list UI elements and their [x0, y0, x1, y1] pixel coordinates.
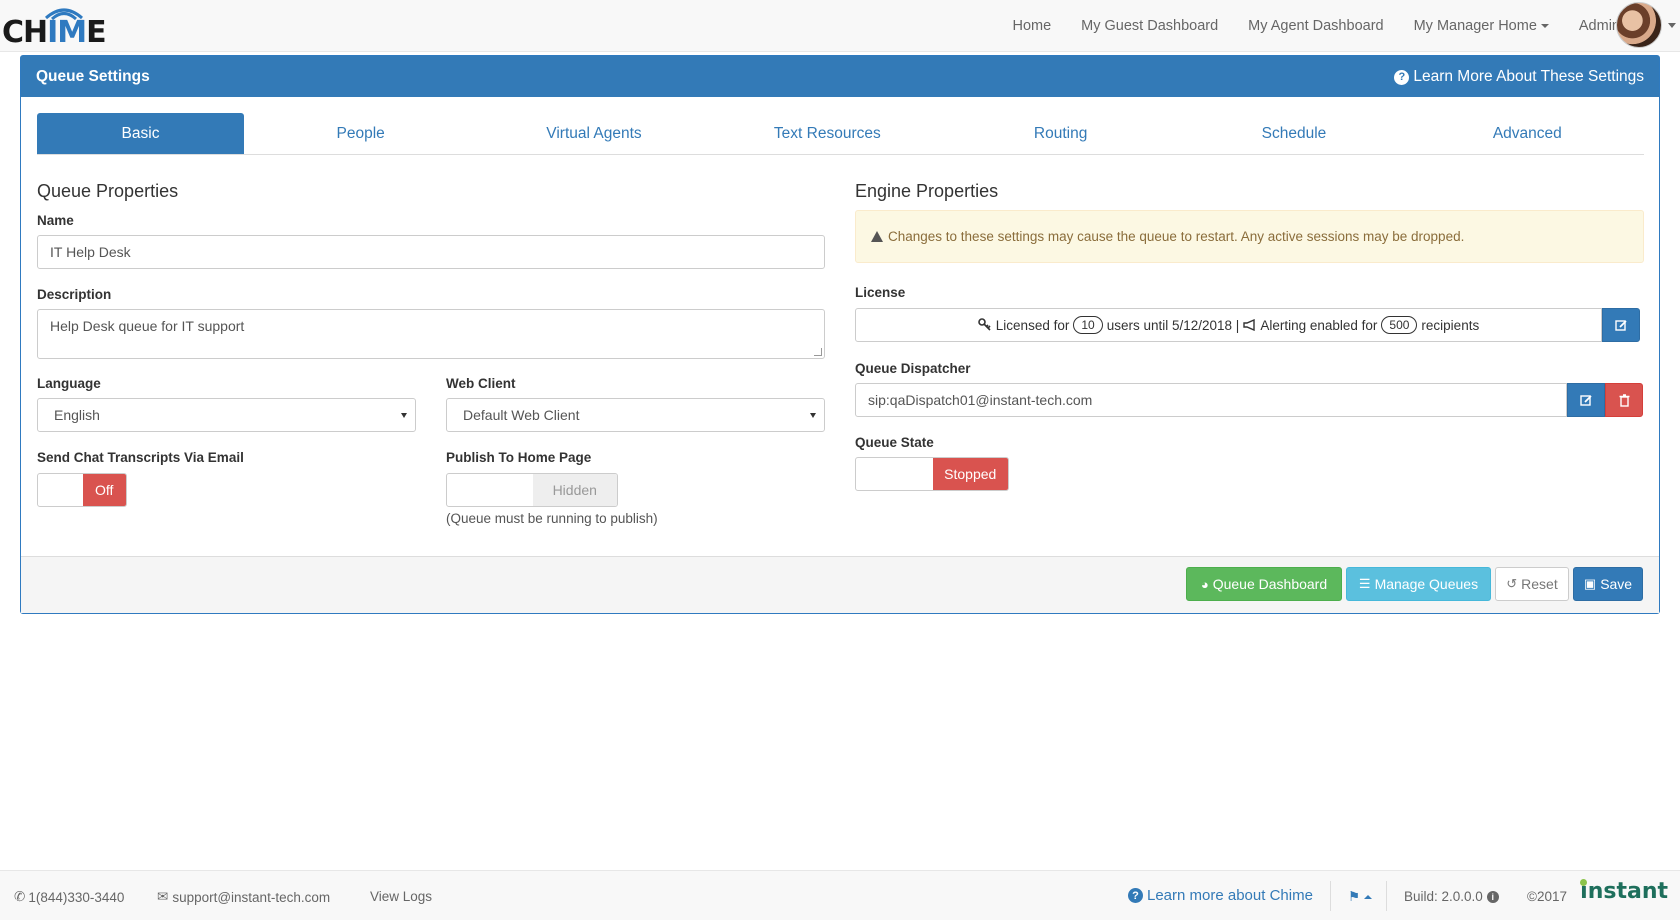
top-navbar: CHIME Home My Guest Dashboard My Agent D…: [0, 0, 1680, 52]
license-label: License: [855, 285, 906, 300]
publish-label: Publish To Home Page: [446, 450, 592, 465]
dispatcher-input[interactable]: sip:qaDispatch01@instant-tech.com: [855, 383, 1567, 417]
bullhorn-icon: [1243, 319, 1256, 331]
tab-virtual-agents[interactable]: Virtual Agents: [477, 113, 710, 154]
language-label: Language: [37, 376, 101, 391]
nav-links: Home My Guest Dashboard My Agent Dashboa…: [982, 0, 1620, 52]
dashboard-gauge-icon: ◕: [1200, 576, 1209, 592]
list-icon: ☰: [1358, 576, 1371, 591]
transcripts-label: Send Chat Transcripts Via Email: [37, 450, 244, 465]
chime-logo[interactable]: CHIME: [2, 4, 107, 48]
flag-icon: ⚑: [1348, 889, 1361, 904]
support-email[interactable]: ✉ support@instant-tech.com: [157, 889, 330, 905]
publish-toggle[interactable]: Hidden: [446, 473, 618, 507]
nav-agent-dashboard[interactable]: My Agent Dashboard: [1248, 18, 1383, 34]
caret-down-icon: [401, 413, 407, 418]
phone-icon: ✆: [14, 889, 26, 904]
restart-warning-alert: Changes to these settings may cause the …: [855, 210, 1644, 263]
web-client-label: Web Client: [446, 376, 516, 391]
footer-divider: [1330, 881, 1331, 911]
description-label: Description: [37, 287, 112, 302]
key-icon: [977, 318, 991, 331]
user-avatar[interactable]: [1616, 2, 1662, 48]
tab-routing[interactable]: Routing: [944, 113, 1177, 154]
edit-license-button[interactable]: [1602, 308, 1640, 342]
edit-icon: [1579, 394, 1592, 406]
info-circle-icon[interactable]: i: [1486, 890, 1499, 903]
licensed-users-badge: 10: [1073, 316, 1103, 334]
support-phone: ✆ 1(844)330-3440: [14, 889, 125, 905]
queue-dashboard-button[interactable]: ◕ Queue Dashboard: [1186, 567, 1342, 601]
queue-properties-title: Queue Properties: [37, 181, 179, 201]
alerting-recipients-badge: 500: [1381, 316, 1418, 334]
save-button[interactable]: ▣ Save: [1573, 567, 1643, 601]
edit-dispatcher-button[interactable]: [1567, 383, 1605, 417]
toggle-handle: [447, 474, 533, 506]
logo-text: CHIME: [2, 15, 107, 50]
nav-home[interactable]: Home: [1012, 18, 1051, 34]
tab-basic[interactable]: Basic: [37, 113, 244, 154]
nav-manager-home[interactable]: My Manager Home: [1414, 18, 1549, 34]
instant-logo: instant: [1580, 879, 1668, 904]
floppy-disk-icon: ▣: [1583, 576, 1597, 591]
transcripts-toggle[interactable]: Off: [37, 473, 127, 507]
web-client-select[interactable]: Default Web Client: [446, 398, 825, 432]
queue-state-toggle[interactable]: Stopped: [855, 457, 1009, 491]
footer-divider: [1386, 881, 1387, 911]
queue-stopped-label: Stopped: [932, 458, 1008, 490]
copyright: ©2017: [1527, 889, 1567, 904]
license-summary: Licensed for 10 users until 5/12/2018 | …: [855, 308, 1602, 342]
nav-admin[interactable]: Admin: [1579, 18, 1620, 34]
view-logs-link[interactable]: View Logs: [370, 889, 432, 904]
warning-triangle-icon: [871, 231, 883, 242]
trash-icon: [1619, 393, 1629, 407]
toggle-hidden-label: Hidden: [532, 474, 617, 506]
manage-queues-button[interactable]: ☰ Manage Queues: [1346, 567, 1491, 601]
caret-down-icon: [1540, 24, 1549, 29]
caret-down-icon[interactable]: [1668, 23, 1676, 28]
page-footer: ✆ 1(844)330-3440 ✉ support@instant-tech.co…: [0, 870, 1680, 920]
tab-advanced[interactable]: Advanced: [1411, 113, 1644, 154]
tab-text-resources[interactable]: Text Resources: [711, 113, 944, 154]
panel-heading: Queue Settings ? Learn More About These …: [21, 56, 1659, 97]
toggle-handle: [38, 474, 83, 506]
undo-icon: ↺: [1506, 576, 1518, 591]
name-input[interactable]: IT Help Desk: [37, 235, 825, 269]
panel-title: Queue Settings: [36, 68, 150, 85]
question-circle-icon: ?: [1128, 888, 1143, 903]
tab-people[interactable]: People: [244, 113, 477, 154]
name-label: Name: [37, 213, 74, 228]
nav-guest-dashboard[interactable]: My Guest Dashboard: [1081, 18, 1218, 34]
envelope-icon: ✉: [157, 889, 169, 904]
delete-dispatcher-button[interactable]: [1605, 383, 1643, 417]
edit-icon: [1614, 319, 1627, 331]
publish-help-text: (Queue must be running to publish): [446, 511, 658, 526]
toggle-off-label: Off: [82, 474, 126, 506]
reset-button[interactable]: ↺ Reset: [1495, 567, 1569, 601]
question-circle-icon: ?: [1394, 69, 1410, 85]
language-flag-dropdown[interactable]: ⚑: [1348, 889, 1373, 905]
resize-handle-icon[interactable]: [814, 348, 822, 356]
build-version: Build: 2.0.0.0 i: [1404, 889, 1503, 904]
toggle-handle: [856, 458, 933, 490]
dispatcher-label: Queue Dispatcher: [855, 361, 971, 376]
queue-settings-panel: Queue Settings ? Learn More About These …: [20, 55, 1660, 614]
description-textarea[interactable]: Help Desk queue for IT support: [37, 309, 825, 359]
learn-more-settings-link[interactable]: ? Learn More About These Settings: [1394, 68, 1644, 86]
panel-footer: ◕ Queue Dashboard ☰ Manage Queues ↺ Reset ▣…: [21, 556, 1659, 613]
caret-down-icon: [810, 413, 816, 418]
language-select[interactable]: English: [37, 398, 416, 432]
caret-up-icon: [1364, 895, 1373, 899]
queue-state-label: Queue State: [855, 435, 934, 450]
tab-schedule[interactable]: Schedule: [1177, 113, 1410, 154]
settings-tabs: Basic People Virtual Agents Text Resourc…: [37, 113, 1644, 155]
learn-chime-link[interactable]: ? Learn more about Chime: [1128, 887, 1313, 904]
engine-properties-title: Engine Properties: [855, 181, 999, 201]
